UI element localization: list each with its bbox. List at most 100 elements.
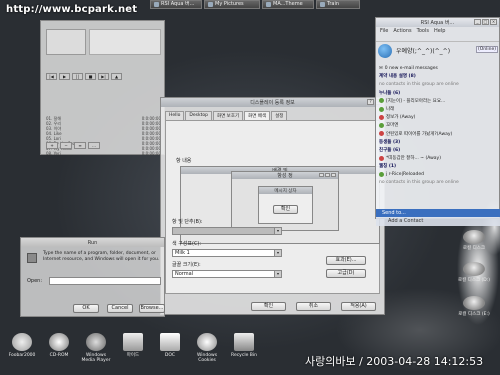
desktop-icon-drive-d[interactable]: 로컬 디스크 (D:) [456, 262, 492, 283]
contact-item[interactable]: *띠동갑만 잘하... ~ (Away) [379, 154, 498, 162]
window-icon [154, 2, 159, 7]
buddy-online-icon [379, 172, 384, 178]
contact-group[interactable]: 계약 내용 설명 (8) [379, 72, 498, 80]
maximize-button[interactable]: □ [482, 19, 489, 25]
contact-list: ✉ 0 new e-mail messages 계약 내용 설명 (8) no c… [379, 64, 498, 187]
contact-item[interactable]: j r-Rice|Reloaded [379, 170, 498, 178]
menu-file[interactable]: File [380, 28, 388, 34]
mail-icon: ✉ [379, 65, 383, 71]
messenger-window[interactable]: RSI Aqua 버... _ □ × File Actions Tools Hel… [375, 17, 500, 226]
taskbar-item-train[interactable]: Train [316, 0, 360, 9]
font-size-select[interactable]: Normal ▾ [172, 270, 282, 278]
playlist-item[interactable]: 08. Yeri 0:0:00:00 [46, 151, 161, 156]
run-ok-button[interactable]: OK [73, 304, 99, 313]
chevron-down-icon: ▾ [274, 250, 281, 256]
messenger-toolbar [376, 35, 499, 42]
contact-group[interactable]: 웹칭 (1) [379, 162, 498, 170]
desktop-icon-drive-c[interactable]: 로컬 디스크 [456, 230, 492, 251]
display-properties-window[interactable]: 디스플레이 등록 정보 ?× Hello Desktop 화면 보호기 화면 배… [160, 97, 385, 315]
taskbar-item-my-pictures[interactable]: My Pictures [204, 0, 260, 9]
effects-button[interactable]: 효과(E)... [326, 256, 366, 265]
minimize-button[interactable]: _ [474, 19, 481, 25]
prev-button[interactable]: |◀ [46, 73, 57, 80]
run-dialog[interactable]: Run Type the name of a program, folder, … [20, 237, 165, 317]
menu-help[interactable]: Help [434, 28, 445, 34]
pause-button[interactable]: || [72, 73, 83, 80]
next-button[interactable]: ▶| [98, 73, 109, 80]
close-button[interactable]: × [490, 19, 497, 25]
chevron-down-icon: ▾ [274, 228, 281, 234]
contact-item[interactable]: [지눈이] - 플리모아라는 요요... [379, 97, 498, 105]
run-description: Type the name of a program, folder, docu… [43, 251, 160, 262]
desktop-icon-media-player[interactable]: Windows Media Player [79, 333, 113, 363]
minimize-icon [319, 173, 324, 177]
status-badge[interactable]: (Online) [475, 46, 498, 53]
buddy-online-icon [379, 122, 384, 128]
message-box-titlebar: 메시지 상자 [259, 187, 312, 194]
open-label: Open: [27, 278, 43, 284]
messenger-titlebar[interactable]: RSI Aqua 버... _ □ × [376, 18, 499, 27]
menu-actions[interactable]: Actions [393, 28, 411, 34]
tab-hello[interactable]: Hello [165, 111, 185, 120]
mail-notice[interactable]: ✉ 0 new e-mail messages [379, 64, 498, 72]
empty-group-note: no contacts in this group are online [379, 180, 459, 186]
taskbar-item-theme[interactable]: MA...Theme [262, 0, 314, 9]
tab-appearance[interactable]: 화면 배색 [244, 111, 271, 120]
run-titlebar[interactable]: Run [21, 238, 164, 247]
tab-desktop[interactable]: Desktop [185, 111, 212, 120]
desktop-icon-cookies[interactable]: Windows Cookies [190, 333, 224, 363]
window-icon [320, 2, 325, 7]
add-button[interactable]: + [46, 142, 58, 149]
eject-button[interactable]: ▲ [111, 73, 122, 80]
run-cancel-button[interactable]: Cancel [107, 304, 133, 313]
open-input[interactable] [49, 277, 161, 285]
ok-button[interactable]: 확인 [251, 302, 286, 311]
select-button[interactable]: ≡ [74, 142, 86, 149]
send-to-item[interactable]: Send to... [376, 209, 500, 217]
desktop-icon-my-docs[interactable]: 마이드 [116, 333, 150, 358]
play-button[interactable]: ▶ [59, 73, 70, 80]
font-size-label: 글꼴 크기(E): [172, 262, 201, 268]
drive-icon [463, 296, 485, 310]
foobar-icon [12, 333, 32, 351]
desktop-icon-foobar[interactable]: Foobar2000 [5, 333, 39, 358]
my-status[interactable]: 우예양(;^_^)(^_^) (Online) [378, 44, 499, 60]
tab-screensaver[interactable]: 화면 보호기 [212, 111, 244, 120]
remove-button[interactable]: − [60, 142, 72, 149]
my-nickname: 우예양(;^_^)(^_^) [396, 48, 451, 55]
media-player-window[interactable]: |◀ ▶ || ■ ▶| ▲ 01. 잘해 0:0:00:00 02. 우리 0:0… [40, 20, 165, 156]
scheme-select[interactable]: Milk 1 ▾ [172, 249, 282, 257]
display-properties-titlebar[interactable]: 디스플레이 등록 정보 ?× [161, 98, 384, 107]
menu-tools[interactable]: Tools [417, 28, 429, 34]
desktop-icon-drive-e[interactable]: 로컬 디스크 (E:) [456, 296, 492, 317]
help-button[interactable]: ? [367, 99, 374, 105]
contact-item[interactable]: 정보가 (Away) [379, 113, 498, 121]
buddy-online-icon [379, 98, 384, 104]
folder-icon [123, 333, 143, 351]
add-contact-button[interactable]: Add a Contact [376, 217, 500, 226]
stop-button[interactable]: ■ [85, 73, 96, 80]
cancel-button[interactable]: 취소 [296, 302, 331, 311]
desktop-icon-doc[interactable]: DOC [153, 333, 187, 358]
contact-item[interactable]: 나래 [379, 105, 498, 113]
trash-icon [234, 333, 254, 351]
contact-group[interactable]: 동생들 (3) [379, 138, 498, 146]
contact-group[interactable]: 친구들 (6) [379, 146, 498, 154]
tab-settings[interactable]: 설정 [271, 111, 288, 120]
contact-item[interactable]: 꼬마엔 [379, 121, 498, 129]
item-select[interactable]: ▾ [172, 227, 282, 235]
run-browse-button[interactable]: Browse... [139, 304, 165, 313]
apply-button[interactable]: 적용(A) [341, 302, 376, 311]
appearance-panel: 배경 및 항성 정 항 내용 메시지 상자 확인 항 및 단추(B): ▾ 색 … [165, 120, 380, 294]
contact-group[interactable]: 누나들 (6) [379, 89, 498, 97]
preview-message-box: 메시지 상자 확인 [258, 186, 313, 224]
advanced-button[interactable]: 고급(D) [326, 269, 366, 278]
desktop-icon-cdrom[interactable]: CD-ROM [42, 333, 76, 358]
contact-item[interactable]: 안된있로 따이어를 가놨게?(Away) [379, 130, 498, 138]
maximize-icon [325, 173, 330, 177]
cd-icon [49, 333, 69, 351]
buddy-away-icon [379, 114, 384, 120]
taskbar-item-msn[interactable]: RSI Aqua 버... [150, 0, 202, 9]
misc-button[interactable]: … [88, 142, 100, 149]
desktop-icon-recycle-bin[interactable]: Recycle Bin [227, 333, 261, 358]
